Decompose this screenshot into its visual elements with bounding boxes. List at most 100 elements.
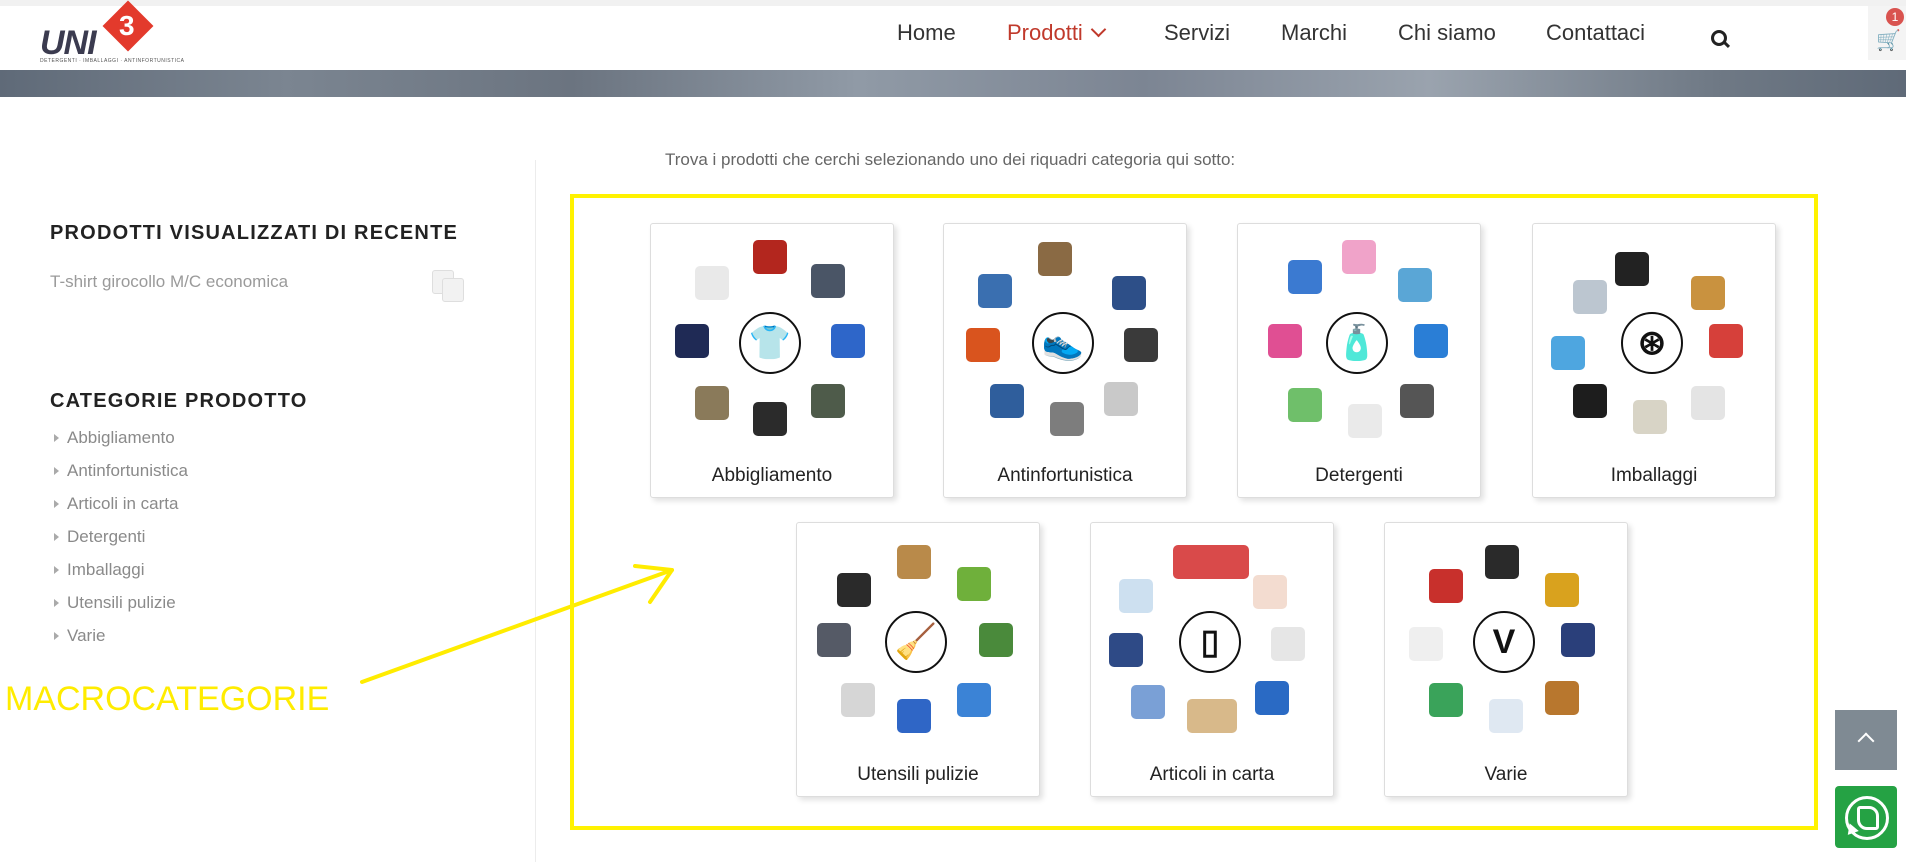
category-list: Abbigliamento Antinfortunistica Articoli… [54, 428, 188, 659]
macrocategorie-annotation: MACROCATEGORIE [5, 680, 330, 718]
stretch-film-image [1573, 280, 1607, 314]
sidebar-divider [535, 160, 536, 862]
category-card-label: Utensili pulizie [857, 764, 979, 785]
work-glove-image [1124, 328, 1158, 362]
letter-v-icon: V [1473, 611, 1535, 673]
recent-product-link[interactable]: T-shirt girocollo M/C economica [50, 272, 288, 292]
safety-goggles-image [1104, 382, 1138, 416]
paper-roll-image [1253, 575, 1287, 609]
nav-prodotti[interactable]: Prodotti [1007, 20, 1107, 46]
hand-dryer-image [841, 683, 875, 717]
nav-home[interactable]: Home [897, 20, 956, 46]
logo-number: 3 [119, 10, 135, 41]
cleaner-spray-image [1398, 268, 1432, 302]
detergent-bag-image [1288, 260, 1322, 294]
category-card-utensili-pulizie[interactable]: 🧹 Utensili pulizie [796, 522, 1040, 797]
category-card-label: Detergenti [1315, 465, 1403, 486]
site-logo[interactable]: UNI 3 DETERGENTI · IMBALLAGGI · ANTINFOR… [38, 0, 184, 64]
category-label: Imballaggi [67, 560, 145, 579]
category-card-imballaggi[interactable]: ⊛ Imballaggi [1532, 223, 1776, 498]
category-card-articoli-in-carta[interactable]: ▯ Articoli in carta [1090, 522, 1334, 797]
paper-roll-icon: ▯ [1179, 611, 1241, 673]
first-aid-kit-image [966, 328, 1000, 362]
nav-chi-siamo[interactable]: Chi siamo [1398, 20, 1496, 46]
recent-product-thumbnail[interactable] [430, 268, 466, 304]
category-glyph: V [1492, 623, 1516, 661]
tape-dispenser-icon: ⊛ [1621, 312, 1683, 374]
sponge-image [979, 623, 1013, 657]
jacket-image [753, 240, 787, 274]
category-link-varie[interactable]: Varie [54, 626, 188, 659]
category-card-label: Imballaggi [1610, 465, 1698, 486]
nav-marchi[interactable]: Marchi [1281, 20, 1347, 46]
shorts-image [753, 402, 787, 436]
trousers-image [695, 386, 729, 420]
caret-right-icon [54, 500, 59, 508]
nav-servizi[interactable]: Servizi [1164, 20, 1230, 46]
roll-dispenser-image [1271, 627, 1305, 661]
paper-towel-pack-image [1109, 633, 1143, 667]
caret-right-icon [54, 632, 59, 640]
caret-right-icon [54, 599, 59, 607]
hero-banner-strip [0, 70, 1906, 97]
category-card-detergenti[interactable]: 🧴 Detergenti [1237, 223, 1481, 498]
lubricant-can-image [1561, 623, 1595, 657]
polishing-pad-image [1409, 627, 1443, 661]
safety-shoe-icon: 👟 [1032, 312, 1094, 374]
film-rolls-image [1633, 400, 1667, 434]
respirator-mask-image [1050, 402, 1084, 436]
spray-can-image [1429, 569, 1463, 603]
t-shirt-icon: 👕 [739, 312, 801, 374]
detergent-bottle-icon: 🧴 [1326, 312, 1388, 374]
safety-sign-image [1429, 683, 1463, 717]
back-to-top-button[interactable] [1835, 710, 1897, 770]
nav-prodotti-label: Prodotti [1007, 20, 1083, 45]
header: UNI 3 DETERGENTI · IMBALLAGGI · ANTINFOR… [0, 0, 1906, 70]
work-boot-image [1038, 242, 1072, 276]
packing-tape-image [1691, 276, 1725, 310]
category-link-detergenti[interactable]: Detergenti [54, 527, 188, 560]
napkin-packs-image [1173, 545, 1249, 579]
soap-dispenser-image [1348, 404, 1382, 438]
toilet-paper-pack-image [1119, 579, 1153, 613]
detergent-tank-image [1414, 324, 1448, 358]
doormat-image [817, 623, 851, 657]
category-link-utensili-pulizie[interactable]: Utensili pulizie [54, 593, 188, 626]
whatsapp-button[interactable] [1835, 786, 1897, 848]
glove-image [1112, 276, 1146, 310]
category-link-abbigliamento[interactable]: Abbigliamento [54, 428, 188, 461]
category-label: Detergenti [67, 527, 146, 546]
cart-count-badge: 1 [1886, 8, 1904, 26]
nav-contattaci[interactable]: Contattaci [1546, 20, 1645, 46]
strapping-band-image [1551, 336, 1585, 370]
chevron-down-icon [1090, 21, 1107, 38]
category-card-varie[interactable]: V Varie [1384, 522, 1628, 797]
search-icon-handle [1722, 40, 1731, 49]
sweatshirt-image [831, 324, 865, 358]
category-glyph: ▯ [1200, 623, 1220, 661]
category-card-abbigliamento[interactable]: 👕 Abbigliamento [650, 223, 894, 498]
caret-right-icon [54, 434, 59, 442]
category-label: Antinfortunistica [67, 461, 188, 480]
categories-title: CATEGORIE PRODOTTO [50, 390, 308, 412]
category-link-imballaggi[interactable]: Imballaggi [54, 560, 188, 593]
category-link-articoli-in-carta[interactable]: Articoli in carta [54, 494, 188, 527]
category-label: Abbigliamento [67, 428, 175, 447]
trash-bag-image [1573, 384, 1607, 418]
tissue-box-image [1131, 685, 1165, 719]
category-card-antinfortunistica[interactable]: 👟 Antinfortunistica [943, 223, 1187, 498]
category-label: Articoli in carta [67, 494, 179, 513]
kraft-rolls-image [1187, 699, 1237, 733]
search-icon[interactable] [1711, 30, 1731, 49]
category-glyph: 👟 [1041, 324, 1085, 362]
category-label: Varie [67, 626, 106, 645]
strapping-tool-image [1615, 252, 1649, 286]
hoodie-image [811, 384, 845, 418]
category-glyph: 👕 [748, 324, 792, 362]
mop-head-image [897, 545, 931, 579]
category-card-label: Articoli in carta [1149, 764, 1275, 785]
vest-image [811, 264, 845, 298]
category-link-antinfortunistica[interactable]: Antinfortunistica [54, 461, 188, 494]
canister-image [1489, 699, 1523, 733]
chevron-up-icon [1857, 732, 1875, 750]
